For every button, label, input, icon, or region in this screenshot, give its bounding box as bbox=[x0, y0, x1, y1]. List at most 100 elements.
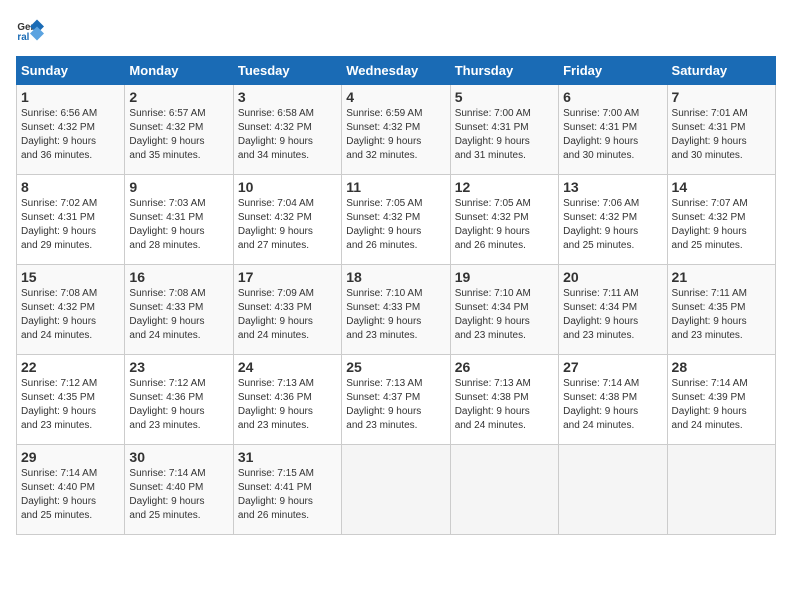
svg-text:ral: ral bbox=[17, 32, 29, 43]
calendar-cell: 26 Sunrise: 7:13 AM Sunset: 4:38 PM Dayli… bbox=[450, 355, 558, 445]
calendar-cell: 22 Sunrise: 7:12 AM Sunset: 4:35 PM Dayli… bbox=[17, 355, 125, 445]
day-number: 23 bbox=[129, 359, 228, 375]
calendar-row: 22 Sunrise: 7:12 AM Sunset: 4:35 PM Dayli… bbox=[17, 355, 776, 445]
day-info: Sunrise: 7:03 AM Sunset: 4:31 PM Dayligh… bbox=[129, 197, 228, 253]
logo: Gene ral bbox=[16, 16, 48, 44]
day-number: 17 bbox=[238, 269, 337, 285]
day-number: 25 bbox=[346, 359, 445, 375]
day-number: 9 bbox=[129, 179, 228, 195]
day-number: 30 bbox=[129, 449, 228, 465]
day-info: Sunrise: 7:01 AM Sunset: 4:31 PM Dayligh… bbox=[672, 107, 771, 163]
day-number: 31 bbox=[238, 449, 337, 465]
calendar-cell: 5 Sunrise: 7:00 AM Sunset: 4:31 PM Daylig… bbox=[450, 85, 558, 175]
calendar-row: 1Sunrise: 6:56 AM Sunset: 4:32 PM Daylig… bbox=[17, 85, 776, 175]
weekday-header: Tuesday bbox=[233, 57, 341, 85]
calendar-cell: 31Sunrise: 7:15 AM Sunset: 4:41 PM Dayli… bbox=[233, 445, 341, 535]
day-info: Sunrise: 7:08 AM Sunset: 4:32 PM Dayligh… bbox=[21, 287, 120, 343]
calendar-cell: 1Sunrise: 6:56 AM Sunset: 4:32 PM Daylig… bbox=[17, 85, 125, 175]
day-number: 13 bbox=[563, 179, 662, 195]
day-info: Sunrise: 7:04 AM Sunset: 4:32 PM Dayligh… bbox=[238, 197, 337, 253]
calendar-table: SundayMondayTuesdayWednesdayThursdayFrid… bbox=[16, 56, 776, 535]
calendar-cell bbox=[667, 445, 775, 535]
day-info: Sunrise: 7:00 AM Sunset: 4:31 PM Dayligh… bbox=[563, 107, 662, 163]
calendar-cell: 17Sunrise: 7:09 AM Sunset: 4:33 PM Dayli… bbox=[233, 265, 341, 355]
day-number: 21 bbox=[672, 269, 771, 285]
day-info: Sunrise: 7:00 AM Sunset: 4:31 PM Dayligh… bbox=[455, 107, 554, 163]
day-number: 16 bbox=[129, 269, 228, 285]
day-info: Sunrise: 7:11 AM Sunset: 4:34 PM Dayligh… bbox=[563, 287, 662, 343]
day-info: Sunrise: 7:14 AM Sunset: 4:38 PM Dayligh… bbox=[563, 377, 662, 433]
day-info: Sunrise: 6:59 AM Sunset: 4:32 PM Dayligh… bbox=[346, 107, 445, 163]
day-number: 15 bbox=[21, 269, 120, 285]
day-info: Sunrise: 7:02 AM Sunset: 4:31 PM Dayligh… bbox=[21, 197, 120, 253]
day-number: 2 bbox=[129, 89, 228, 105]
calendar-row: 8 Sunrise: 7:02 AM Sunset: 4:31 PM Daylig… bbox=[17, 175, 776, 265]
day-info: Sunrise: 7:11 AM Sunset: 4:35 PM Dayligh… bbox=[672, 287, 771, 343]
page-header: Gene ral bbox=[16, 16, 776, 44]
day-info: Sunrise: 7:07 AM Sunset: 4:32 PM Dayligh… bbox=[672, 197, 771, 253]
day-number: 7 bbox=[672, 89, 771, 105]
calendar-cell: 20Sunrise: 7:11 AM Sunset: 4:34 PM Dayli… bbox=[559, 265, 667, 355]
day-info: Sunrise: 7:13 AM Sunset: 4:37 PM Dayligh… bbox=[346, 377, 445, 433]
calendar-cell: 10 Sunrise: 7:04 AM Sunset: 4:32 PM Dayli… bbox=[233, 175, 341, 265]
day-number: 14 bbox=[672, 179, 771, 195]
weekday-header: Monday bbox=[125, 57, 233, 85]
day-info: Sunrise: 7:14 AM Sunset: 4:39 PM Dayligh… bbox=[672, 377, 771, 433]
day-number: 24 bbox=[238, 359, 337, 375]
calendar-cell: 7 Sunrise: 7:01 AM Sunset: 4:31 PM Daylig… bbox=[667, 85, 775, 175]
calendar-cell: 29Sunrise: 7:14 AM Sunset: 4:40 PM Dayli… bbox=[17, 445, 125, 535]
calendar-cell: 8 Sunrise: 7:02 AM Sunset: 4:31 PM Daylig… bbox=[17, 175, 125, 265]
calendar-cell: 28 Sunrise: 7:14 AM Sunset: 4:39 PM Dayli… bbox=[667, 355, 775, 445]
logo-icon: Gene ral bbox=[16, 16, 44, 44]
calendar-cell: 21 Sunrise: 7:11 AM Sunset: 4:35 PM Dayli… bbox=[667, 265, 775, 355]
calendar-header: SundayMondayTuesdayWednesdayThursdayFrid… bbox=[17, 57, 776, 85]
day-info: Sunrise: 7:05 AM Sunset: 4:32 PM Dayligh… bbox=[346, 197, 445, 253]
day-info: Sunrise: 7:08 AM Sunset: 4:33 PM Dayligh… bbox=[129, 287, 228, 343]
calendar-cell: 15 Sunrise: 7:08 AM Sunset: 4:32 PM Dayli… bbox=[17, 265, 125, 355]
calendar-cell bbox=[559, 445, 667, 535]
calendar-cell: 12 Sunrise: 7:05 AM Sunset: 4:32 PM Dayli… bbox=[450, 175, 558, 265]
day-number: 28 bbox=[672, 359, 771, 375]
day-info: Sunrise: 6:57 AM Sunset: 4:32 PM Dayligh… bbox=[129, 107, 228, 163]
day-info: Sunrise: 7:06 AM Sunset: 4:32 PM Dayligh… bbox=[563, 197, 662, 253]
day-info: Sunrise: 7:12 AM Sunset: 4:36 PM Dayligh… bbox=[129, 377, 228, 433]
calendar-cell bbox=[450, 445, 558, 535]
calendar-row: 15 Sunrise: 7:08 AM Sunset: 4:32 PM Dayli… bbox=[17, 265, 776, 355]
weekday-header: Saturday bbox=[667, 57, 775, 85]
calendar-cell: 4 Sunrise: 6:59 AM Sunset: 4:32 PM Daylig… bbox=[342, 85, 450, 175]
calendar-cell: 18Sunrise: 7:10 AM Sunset: 4:33 PM Dayli… bbox=[342, 265, 450, 355]
calendar-cell bbox=[342, 445, 450, 535]
day-number: 26 bbox=[455, 359, 554, 375]
day-info: Sunrise: 7:13 AM Sunset: 4:38 PM Dayligh… bbox=[455, 377, 554, 433]
calendar-cell: 11 Sunrise: 7:05 AM Sunset: 4:32 PM Dayli… bbox=[342, 175, 450, 265]
calendar-cell: 24Sunrise: 7:13 AM Sunset: 4:36 PM Dayli… bbox=[233, 355, 341, 445]
calendar-cell: 14 Sunrise: 7:07 AM Sunset: 4:32 PM Dayli… bbox=[667, 175, 775, 265]
day-number: 6 bbox=[563, 89, 662, 105]
weekday-header: Wednesday bbox=[342, 57, 450, 85]
day-number: 27 bbox=[563, 359, 662, 375]
day-number: 4 bbox=[346, 89, 445, 105]
day-number: 29 bbox=[21, 449, 120, 465]
day-number: 8 bbox=[21, 179, 120, 195]
weekday-header: Friday bbox=[559, 57, 667, 85]
day-number: 12 bbox=[455, 179, 554, 195]
calendar-cell: 9 Sunrise: 7:03 AM Sunset: 4:31 PM Daylig… bbox=[125, 175, 233, 265]
day-number: 10 bbox=[238, 179, 337, 195]
calendar-cell: 19Sunrise: 7:10 AM Sunset: 4:34 PM Dayli… bbox=[450, 265, 558, 355]
day-info: Sunrise: 7:05 AM Sunset: 4:32 PM Dayligh… bbox=[455, 197, 554, 253]
day-info: Sunrise: 7:12 AM Sunset: 4:35 PM Dayligh… bbox=[21, 377, 120, 433]
day-number: 19 bbox=[455, 269, 554, 285]
calendar-cell: 6 Sunrise: 7:00 AM Sunset: 4:31 PM Daylig… bbox=[559, 85, 667, 175]
calendar-cell: 23 Sunrise: 7:12 AM Sunset: 4:36 PM Dayli… bbox=[125, 355, 233, 445]
day-info: Sunrise: 7:14 AM Sunset: 4:40 PM Dayligh… bbox=[129, 467, 228, 523]
calendar-cell: 30 Sunrise: 7:14 AM Sunset: 4:40 PM Dayli… bbox=[125, 445, 233, 535]
day-number: 5 bbox=[455, 89, 554, 105]
weekday-header: Thursday bbox=[450, 57, 558, 85]
day-number: 11 bbox=[346, 179, 445, 195]
day-number: 22 bbox=[21, 359, 120, 375]
day-number: 18 bbox=[346, 269, 445, 285]
calendar-cell: 25 Sunrise: 7:13 AM Sunset: 4:37 PM Dayli… bbox=[342, 355, 450, 445]
calendar-cell: 27 Sunrise: 7:14 AM Sunset: 4:38 PM Dayli… bbox=[559, 355, 667, 445]
calendar-cell: 16 Sunrise: 7:08 AM Sunset: 4:33 PM Dayli… bbox=[125, 265, 233, 355]
weekday-header: Sunday bbox=[17, 57, 125, 85]
